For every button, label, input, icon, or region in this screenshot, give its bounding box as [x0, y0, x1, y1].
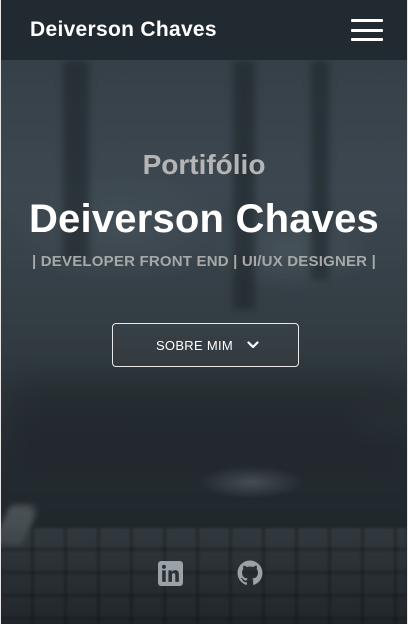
page: Deiverson Chaves Portifólio Deiverson Ch…: [0, 0, 408, 624]
social-links: [1, 560, 407, 586]
linkedin-icon[interactable]: [157, 560, 183, 586]
hero-kicker: Portifólio: [142, 149, 266, 180]
hamburger-line: [351, 19, 383, 22]
hero-background-image: [1, 0, 407, 624]
hero-subtitle: | DEVELOPER FRONT END | UI/UX DESIGNER |: [32, 253, 376, 270]
sobre-mim-button-label: SOBRE MIM: [155, 337, 234, 353]
brand-logo-text[interactable]: Deiverson Chaves: [30, 18, 217, 42]
hamburger-line: [351, 38, 383, 41]
hero-section: Portifólio Deiverson Chaves | DEVELOPER …: [1, 140, 407, 272]
hamburger-menu-icon[interactable]: [351, 19, 383, 41]
top-navbar: Deiverson Chaves: [1, 0, 407, 60]
github-icon[interactable]: [237, 560, 263, 586]
sobre-mim-button[interactable]: SOBRE MIM: [112, 323, 299, 367]
hero-title: Deiverson Chaves: [28, 197, 380, 241]
hamburger-line: [351, 28, 383, 32]
chevron-down-icon: [247, 340, 259, 350]
